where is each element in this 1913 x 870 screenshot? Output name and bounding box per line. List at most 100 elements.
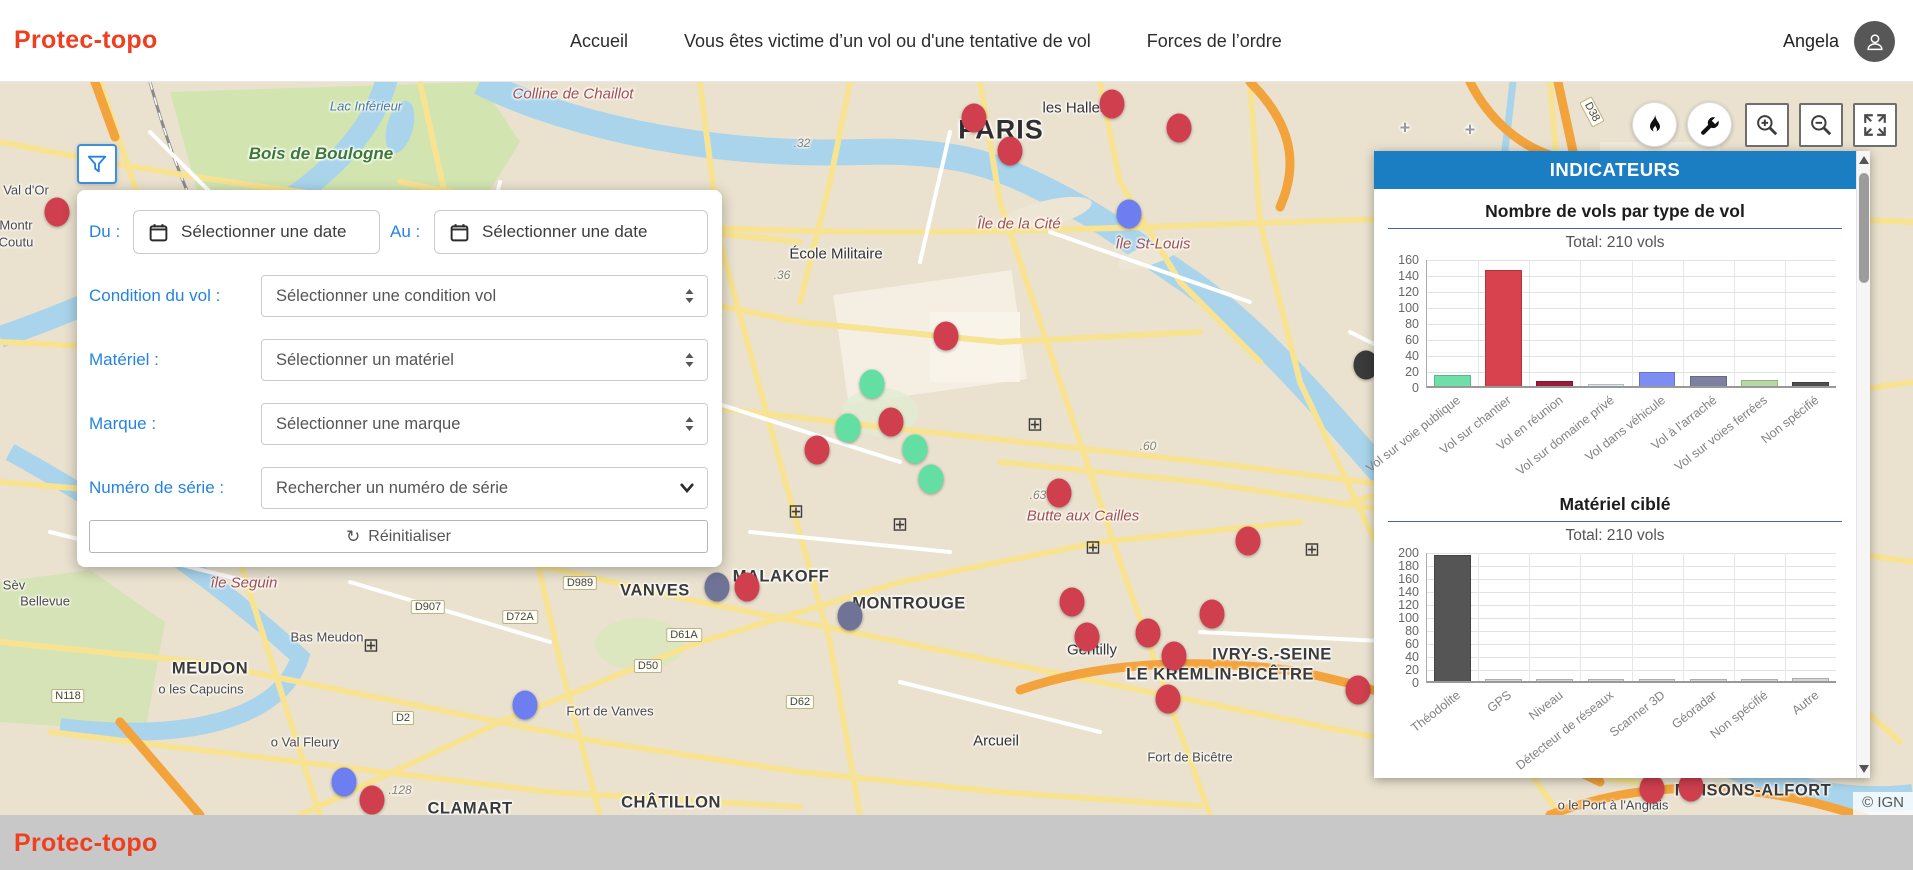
flame-icon [1649,114,1660,131]
fullscreen-button[interactable] [1853,103,1897,147]
y-tick-label: 60 [1405,332,1419,347]
map-label: Bas Meudon [290,629,364,645]
gridline [1580,260,1582,386]
filter-toggle-button[interactable] [77,144,117,184]
map-marker-red[interactable] [1135,618,1161,648]
scroll-up-arrow[interactable] [1859,156,1869,164]
map-marker-red[interactable] [1199,599,1225,629]
map-marker-red[interactable] [933,321,959,351]
y-tick-label: 100 [1398,610,1419,625]
user-avatar-button[interactable] [1854,21,1895,62]
y-tick-label: 80 [1405,623,1419,638]
map-label: Lac Inférieur [329,98,403,114]
app-logo[interactable]: Protec-topo [14,26,158,55]
map-label: .36 [773,268,791,282]
date-from-button[interactable]: Sélectionner une date [133,210,380,254]
map-marker-blue[interactable] [331,767,357,797]
footer: Protec-topo [0,815,1913,870]
map-marker-blue[interactable] [1116,199,1142,229]
date-to-button[interactable]: Sélectionner une date [434,210,708,254]
bar-Géoradar [1689,679,1727,681]
chart-subtitle: Total: 210 vols [1565,234,1665,251]
marque-value: Sélectionner une marque [276,414,461,433]
refresh-icon: ↻ [346,526,361,547]
map-label: MEUDON [171,659,249,678]
chart-subtitle: Total: 210 vols [1565,527,1665,544]
chart-targeted-equipment: Matériel ciblé Total: 210 vols 0 20 40 60 80… [1374,494,1856,778]
map-marker-green[interactable] [835,413,861,443]
map-marker-red[interactable] [1155,684,1181,714]
map-label: ⊞ [788,501,804,523]
zoom-out-button[interactable] [1799,103,1843,147]
serial-row: Numéro de série : Rechercher un numéro d… [89,466,708,510]
map-label: MONTROUGE [852,594,966,613]
plot-area [1426,260,1836,388]
map-marker-red[interactable] [878,407,904,437]
map-marker-red[interactable] [44,197,70,227]
map-marker-red[interactable] [359,785,385,815]
nav-item-1[interactable]: Vous êtes victime d’un vol ou d'une tent… [684,31,1091,52]
map-label: D72A [502,610,538,624]
y-tick-label: 20 [1405,662,1419,677]
y-tick-label: 140 [1398,584,1419,599]
panel-scrollbar[interactable] [1856,151,1870,778]
map-marker-red[interactable] [961,103,987,133]
map-marker-red[interactable] [1099,89,1125,119]
map-label: D2 [391,711,415,725]
map-marker-green[interactable] [918,464,944,494]
map-marker-red[interactable] [1161,641,1187,671]
map-marker-red[interactable] [1059,587,1085,617]
map-label: o les Capucins [158,681,244,697]
y-tick-label: 200 [1398,545,1419,560]
y-tick-label: 20 [1405,364,1419,379]
map-label: Île de la Cité [977,215,1061,233]
chart-thefts-by-type: Nombre de vols par type de vol Total: 21… [1363,201,1856,490]
plot-area [1426,553,1836,683]
map-label: ⊞ [1304,539,1320,561]
map-marker-red[interactable] [997,136,1023,166]
heatmap-button[interactable] [1632,102,1677,147]
map-canvas[interactable]: PARIS les Halles Île de la Cité Île St-Loui… [0,82,1913,815]
calendar-icon [149,223,168,241]
scroll-thumb[interactable] [1859,173,1869,283]
map-label: CLAMART [427,799,513,816]
filter-panel: Du : Sélectionner une date Au : Sélectio… [77,190,722,567]
map-marker-blue[interactable] [512,690,538,720]
map-marker-red[interactable] [1235,526,1261,556]
map-marker-slate[interactable] [837,601,863,631]
select-arrows-icon [685,353,694,367]
x-tick-label: Vol sur domaine privé [1513,393,1617,479]
map-label: D907 [410,600,446,614]
serial-combobox[interactable]: Rechercher un numéro de série [261,467,708,509]
bar-Vol dans véhicule [1638,371,1676,386]
materiel-select[interactable]: Sélectionner un matériel [261,339,708,381]
condition-select[interactable]: Sélectionner une condition vol [261,275,708,317]
map-marker-red[interactable] [1046,478,1072,508]
zoom-in-button[interactable] [1745,103,1789,147]
map-label: N118 [51,689,85,703]
map-marker-red[interactable] [1345,675,1371,705]
map-marker-green[interactable] [902,434,928,464]
calendar-icon [450,223,469,241]
user-name[interactable]: Angela [1783,31,1839,52]
y-axis: 0 20 40 60 80 100 120 140 160 [1374,253,1426,394]
nav-item-2[interactable]: Forces de l’ordre [1147,31,1282,52]
map-label: D989 [562,576,598,590]
map-marker-slate[interactable] [704,572,730,602]
gridline [1529,553,1531,681]
reset-filters-button[interactable]: ↻ Réinitialiser [89,520,708,553]
map-marker-red[interactable] [1639,774,1665,804]
map-marker-green[interactable] [859,369,885,399]
wrench-icon [1701,117,1719,135]
bar-Autre [1792,678,1829,681]
scroll-down-arrow[interactable] [1859,765,1869,773]
gridline [1478,260,1480,386]
map-marker-red[interactable] [734,572,760,602]
tools-button[interactable] [1687,102,1732,147]
map-marker-red[interactable] [1166,113,1192,143]
map-marker-red[interactable] [1074,622,1100,652]
select-arrows-icon [685,289,694,303]
map-marker-red[interactable] [804,435,830,465]
marque-select[interactable]: Sélectionner une marque [261,403,708,445]
nav-item-0[interactable]: Accueil [570,31,628,52]
